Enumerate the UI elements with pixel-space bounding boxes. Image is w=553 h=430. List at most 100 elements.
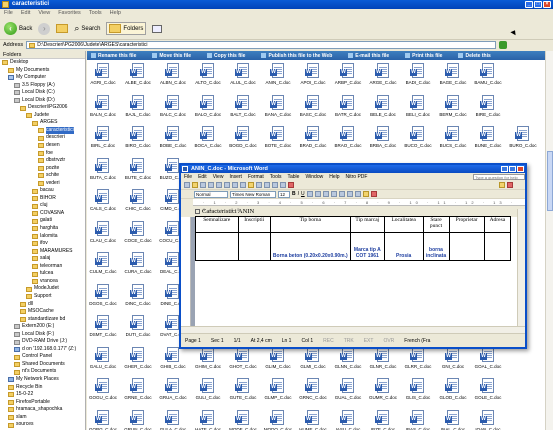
tree-item[interactable]: My Network Places	[0, 376, 85, 384]
folders-button[interactable]: Folders	[106, 22, 147, 35]
file-item[interactable]: ALUL_C.doc	[227, 63, 259, 95]
cut-icon[interactable]	[232, 182, 238, 188]
go-button[interactable]	[499, 41, 508, 49]
table-cell[interactable]: Borna beton (0.20x0.20x0.90m.)	[269, 232, 351, 261]
word-menu-nitro[interactable]: Nitro PDF	[346, 173, 368, 181]
up-button[interactable]	[56, 24, 69, 33]
font-combo[interactable]: Times New Roman	[230, 190, 276, 198]
help-question-input[interactable]: Type a question for help	[473, 174, 525, 180]
file-item[interactable]: BIRO_C.doc	[122, 126, 154, 158]
task-publish[interactable]: Publish this file to the Web	[261, 53, 332, 59]
file-item[interactable]: BELE_C.doc	[367, 94, 399, 127]
file-item[interactable]: IOAN_C.doc	[472, 409, 504, 430]
file-item[interactable]: DSMT_C.doc	[87, 315, 119, 347]
task-delete[interactable]: Delete this	[458, 53, 491, 59]
tree-item[interactable]: Recycle Bin	[0, 384, 85, 392]
file-item[interactable]: BOTE_C.doc	[262, 126, 294, 158]
table-cell[interactable]	[448, 232, 485, 261]
word-horizontal-scrollbar[interactable]	[181, 326, 525, 333]
tree-item[interactable]: desen	[0, 142, 85, 150]
task-email[interactable]: E-mail this file	[348, 53, 389, 59]
highlight-icon[interactable]	[362, 191, 369, 197]
tree-item[interactable]: vrancea	[0, 278, 85, 286]
font-color-icon[interactable]	[370, 191, 377, 197]
file-item[interactable]: BRAO_C.doc	[332, 126, 364, 158]
file-item[interactable]: ARBP_C.doc	[332, 63, 364, 95]
file-item[interactable]: BALN_C.doc	[87, 94, 119, 127]
status-ovr[interactable]: OVR	[383, 338, 394, 344]
word-minimize-button[interactable]	[501, 166, 508, 172]
word-close-button[interactable]	[517, 166, 524, 172]
file-item[interactable]: BELI_C.doc	[402, 94, 434, 127]
file-item[interactable]: BUTE_C.doc	[122, 157, 154, 190]
word-vertical-scrollbar[interactable]	[517, 209, 525, 329]
tree-item[interactable]: Descrieri\PG2006	[0, 104, 85, 112]
table-move-handle-icon[interactable]	[195, 209, 200, 214]
word-menu-tools[interactable]: Tools	[270, 173, 282, 181]
print-icon[interactable]	[208, 182, 214, 188]
tree-item[interactable]: schite	[0, 172, 85, 180]
table-header-cell[interactable]: Stare punct	[422, 216, 450, 233]
tree-item[interactable]: descrieri	[0, 134, 85, 142]
tree-item[interactable]: My Computer	[0, 74, 85, 82]
tree-item[interactable]: standardizare bd	[0, 316, 85, 324]
word-menu-view[interactable]: View	[213, 173, 224, 181]
tree-item[interactable]: 3.5 Floppy (A:)	[0, 82, 85, 90]
file-item[interactable]: ANIN_C.doc	[262, 63, 294, 95]
file-item[interactable]: GLIS_C.doc	[402, 378, 434, 410]
file-item[interactable]: GLNR_C.doc	[367, 346, 399, 379]
word-menu-file[interactable]: File	[184, 173, 192, 181]
file-item[interactable]: GUAL_C.doc	[332, 378, 364, 410]
tree-item[interactable]: ARGES	[0, 119, 85, 127]
tree-item[interactable]: cluj	[0, 202, 85, 210]
tree-item[interactable]: MARAMURES	[0, 248, 85, 256]
table-header-cell[interactable]: Proprietar	[448, 216, 485, 233]
tree-item[interactable]: Ialomita	[0, 233, 85, 241]
table-header-cell[interactable]: Localitatea	[383, 216, 424, 233]
menu-view[interactable]: View	[38, 9, 50, 18]
pdf-icon[interactable]	[288, 182, 294, 188]
file-item[interactable]: BUCO_C.doc	[402, 126, 434, 158]
minimize-button[interactable]: _	[525, 1, 533, 8]
word-menu-table[interactable]: Table	[287, 173, 299, 181]
file-item[interactable]: BERM_C.doc	[437, 94, 469, 127]
align-left-icon[interactable]	[306, 191, 313, 197]
tree-item[interactable]: nt's Documents	[0, 368, 85, 376]
tree-item[interactable]: COVASNA	[0, 210, 85, 218]
justify-icon[interactable]	[330, 191, 337, 197]
status-trk[interactable]: TRK	[344, 338, 354, 344]
file-item[interactable]: BALC_C.doc	[157, 94, 189, 127]
table-icon[interactable]	[272, 182, 278, 188]
menu-favorites[interactable]: Favorites	[58, 9, 81, 18]
size-combo[interactable]: 12	[278, 190, 290, 198]
task-rename[interactable]: Rename this file	[91, 53, 136, 59]
tree-item[interactable]: caracteristici	[0, 126, 85, 135]
file-item[interactable]: GLRR_C.doc	[402, 346, 434, 379]
table-header-cell[interactable]: Tip borna	[269, 216, 351, 233]
file-item[interactable]: CLAU_C.doc	[87, 220, 119, 253]
file-item[interactable]: ALBN_C.doc	[157, 63, 189, 95]
file-item[interactable]: BAJL_C.doc	[122, 94, 154, 127]
file-item[interactable]: GHER_C.doc	[122, 346, 154, 379]
align-center-icon[interactable]	[314, 191, 321, 197]
spelling-icon[interactable]	[224, 182, 230, 188]
file-item[interactable]: IASU_C.doc	[332, 409, 364, 430]
file-item[interactable]: ARGE_C.doc	[367, 63, 399, 95]
file-item[interactable]: IBAS_C.doc	[402, 409, 434, 430]
menu-file[interactable]: File	[4, 9, 13, 18]
file-item[interactable]: CALS_C.doc	[87, 189, 119, 221]
tree-item[interactable]: hramaca_shapochka	[0, 406, 85, 414]
file-item[interactable]: HATE_C.doc	[192, 409, 224, 430]
file-item[interactable]: GOLE_C.doc	[472, 378, 504, 410]
file-item[interactable]: CULM_C.doc	[87, 252, 119, 284]
tree-item[interactable]: harghita	[0, 225, 85, 233]
file-item[interactable]: ALTO_C.doc	[192, 63, 224, 95]
word-menu-help[interactable]: Help	[329, 173, 339, 181]
style-combo[interactable]: Normal	[194, 190, 228, 198]
tree-item[interactable]: dll	[0, 301, 85, 309]
file-item[interactable]: GLOD_C.doc	[437, 378, 469, 410]
tree-item[interactable]: Judete	[0, 112, 85, 120]
file-item[interactable]: CURA_C.doc	[122, 252, 154, 284]
tree-item[interactable]: pozite	[0, 165, 85, 173]
file-item[interactable]: MODE_C.doc	[227, 409, 259, 430]
